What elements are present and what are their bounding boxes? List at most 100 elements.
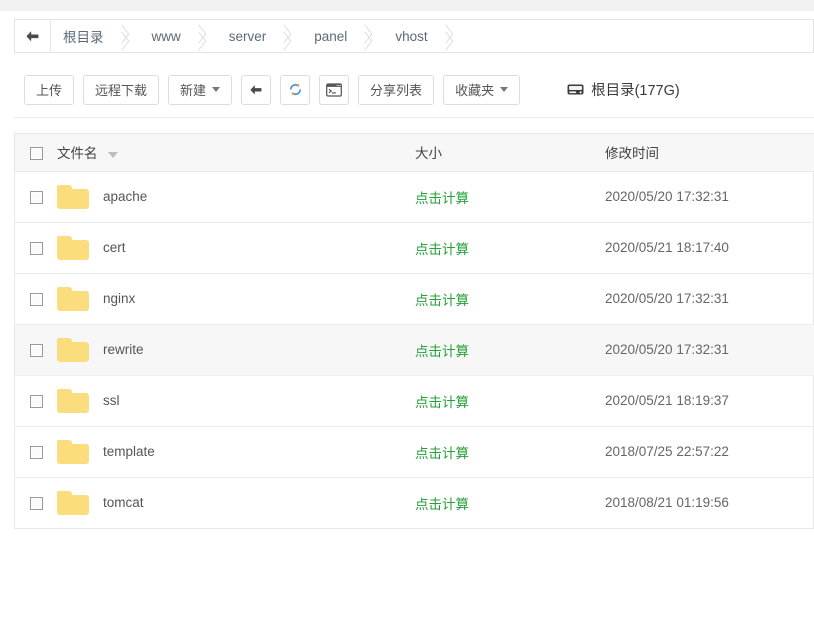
file-modified-cell: 2018/07/25 22:57:22 <box>605 426 814 478</box>
row-checkbox[interactable] <box>29 241 43 255</box>
row-checkbox[interactable] <box>29 445 43 459</box>
breadcrumb-separator-icon <box>357 20 379 52</box>
toolbar: 上传 远程下载 新建 分享列表 收藏夹 根目录(177G) <box>14 62 814 118</box>
file-name-link[interactable]: nginx <box>103 291 135 306</box>
row-checkbox[interactable] <box>29 394 43 408</box>
row-select-cell <box>15 324 57 376</box>
breadcrumb-separator-icon <box>276 20 298 52</box>
calculate-size-link[interactable]: 点击计算 <box>415 191 469 206</box>
file-name-link[interactable]: tomcat <box>103 495 144 510</box>
arrow-left-icon <box>250 84 262 95</box>
file-size-cell: 点击计算 <box>415 477 605 528</box>
column-header-time[interactable]: 修改时间 <box>605 134 814 172</box>
calculate-size-link[interactable]: 点击计算 <box>415 293 469 308</box>
file-size-cell: 点击计算 <box>415 222 605 274</box>
table-row[interactable]: rewrite 点击计算 2020/05/20 17:32:31 <box>15 324 814 376</box>
file-table: 文件名 大小 修改时间 apache 点击计算 2020/05/20 17:32:3… <box>14 133 814 529</box>
file-modified-cell: 2020/05/21 18:17:40 <box>605 222 814 274</box>
toolbar-button-1[interactable]: 远程下载 <box>83 74 160 105</box>
folder-icon <box>57 337 89 362</box>
disk-usage-text: 根目录(177G) <box>591 83 680 99</box>
table-row[interactable]: ssl 点击计算 2020/05/21 18:19:37 <box>15 375 814 427</box>
file-name-link[interactable]: cert <box>103 240 126 255</box>
toolbar-refresh-button[interactable] <box>280 74 311 105</box>
row-checkbox[interactable] <box>29 497 43 511</box>
file-name-cell: tomcat <box>57 477 415 528</box>
folder-icon <box>57 286 89 311</box>
file-modified-cell: 2020/05/20 17:32:31 <box>605 171 814 223</box>
file-modified-text: 2020/05/20 17:32:31 <box>605 291 729 306</box>
table-row[interactable]: apache 点击计算 2020/05/20 17:32:31 <box>15 171 814 223</box>
breadcrumb-back-button[interactable] <box>15 20 51 52</box>
folder-icon <box>57 490 89 515</box>
file-manager-page: 根目录 www server panel vhost 上传 远程下载 新建 分享列表 收藏夹 根… <box>0 0 814 617</box>
file-name-cell: rewrite <box>57 324 415 376</box>
toolbar-button-label: 新建 <box>180 83 207 98</box>
row-checkbox[interactable] <box>29 190 43 204</box>
calculate-size-link[interactable]: 点击计算 <box>415 497 469 512</box>
folder-icon <box>57 184 89 209</box>
file-modified-text: 2018/08/21 01:19:56 <box>605 495 729 511</box>
toolbar-button-2[interactable]: 新建 <box>168 74 233 105</box>
calculate-size-link[interactable]: 点击计算 <box>415 344 469 359</box>
file-name-link[interactable]: template <box>103 444 155 459</box>
file-name-link[interactable]: ssl <box>103 393 120 408</box>
column-header-size[interactable]: 大小 <box>415 134 605 172</box>
chevron-down-icon <box>212 87 221 92</box>
file-name-link[interactable]: rewrite <box>103 342 144 357</box>
row-checkbox[interactable] <box>29 343 43 357</box>
file-modified-cell: 2018/08/21 01:19:56 <box>605 477 814 528</box>
file-modified-cell: 2020/05/20 17:32:31 <box>605 324 814 376</box>
breadcrumb-item-vhost[interactable]: vhost <box>379 20 437 52</box>
file-modified-text: 2020/05/21 18:17:40 <box>605 240 729 255</box>
table-row[interactable]: tomcat 点击计算 2018/08/21 01:19:56 <box>15 477 814 528</box>
row-select-cell <box>15 171 57 223</box>
calculate-size-link[interactable]: 点击计算 <box>415 395 469 410</box>
breadcrumb-separator-icon <box>191 20 213 52</box>
folder-icon <box>57 439 89 464</box>
toolbar-button-0[interactable]: 上传 <box>24 74 75 105</box>
calculate-size-link[interactable]: 点击计算 <box>415 242 469 257</box>
breadcrumb-item-root[interactable]: 根目录 <box>51 20 114 52</box>
toolbar-buttons: 上传 远程下载 新建 分享列表 收藏夹 <box>24 74 529 105</box>
column-header-name-label: 文件名 <box>57 146 98 162</box>
file-modified-text: 2020/05/21 18:19:37 <box>605 393 729 408</box>
toolbar-button-label: 远程下载 <box>95 83 148 98</box>
terminal-icon <box>326 82 342 97</box>
toolbar-button-label: 分享列表 <box>370 83 423 98</box>
toolbar-button-7[interactable]: 收藏夹 <box>443 74 521 105</box>
toolbar-button-label: 收藏夹 <box>455 83 495 98</box>
file-modified-text: 2018/07/25 22:57:22 <box>605 444 729 459</box>
select-all-checkbox[interactable] <box>29 146 43 160</box>
disk-usage-label: 根目录(177G) <box>567 79 680 100</box>
breadcrumb: 根目录 www server panel vhost <box>14 19 814 53</box>
row-checkbox[interactable] <box>29 292 43 306</box>
toolbar-button-6[interactable]: 分享列表 <box>358 74 435 105</box>
arrow-left-icon <box>26 30 39 41</box>
table-row[interactable]: cert 点击计算 2020/05/21 18:17:40 <box>15 222 814 274</box>
file-name-cell: cert <box>57 222 415 274</box>
file-size-cell: 点击计算 <box>415 273 605 325</box>
breadcrumb-item-www[interactable]: www <box>136 20 191 52</box>
column-header-name[interactable]: 文件名 <box>57 134 415 172</box>
sort-desc-icon[interactable] <box>108 151 119 158</box>
row-select-cell <box>15 426 57 478</box>
file-name-cell: ssl <box>57 375 415 427</box>
table-header-row: 文件名 大小 修改时间 <box>15 134 814 172</box>
table-row[interactable]: template 点击计算 2018/07/25 22:57:22 <box>15 426 814 478</box>
file-size-cell: 点击计算 <box>415 426 605 478</box>
file-name-cell: apache <box>57 171 415 223</box>
file-modified-text: 2020/05/20 17:32:31 <box>605 189 729 204</box>
row-select-cell <box>15 222 57 274</box>
folder-icon <box>57 235 89 260</box>
breadcrumb-item-server[interactable]: server <box>213 20 277 52</box>
table-row[interactable]: nginx 点击计算 2020/05/20 17:32:31 <box>15 273 814 325</box>
chevron-down-icon <box>500 87 509 92</box>
file-size-cell: 点击计算 <box>415 324 605 376</box>
file-name-link[interactable]: apache <box>103 189 147 204</box>
breadcrumb-item-panel[interactable]: panel <box>298 20 357 52</box>
file-modified-cell: 2020/05/21 18:19:37 <box>605 375 814 427</box>
toolbar-terminal-button[interactable] <box>319 74 350 105</box>
toolbar-arrow-left-button[interactable] <box>241 74 272 105</box>
calculate-size-link[interactable]: 点击计算 <box>415 446 469 461</box>
